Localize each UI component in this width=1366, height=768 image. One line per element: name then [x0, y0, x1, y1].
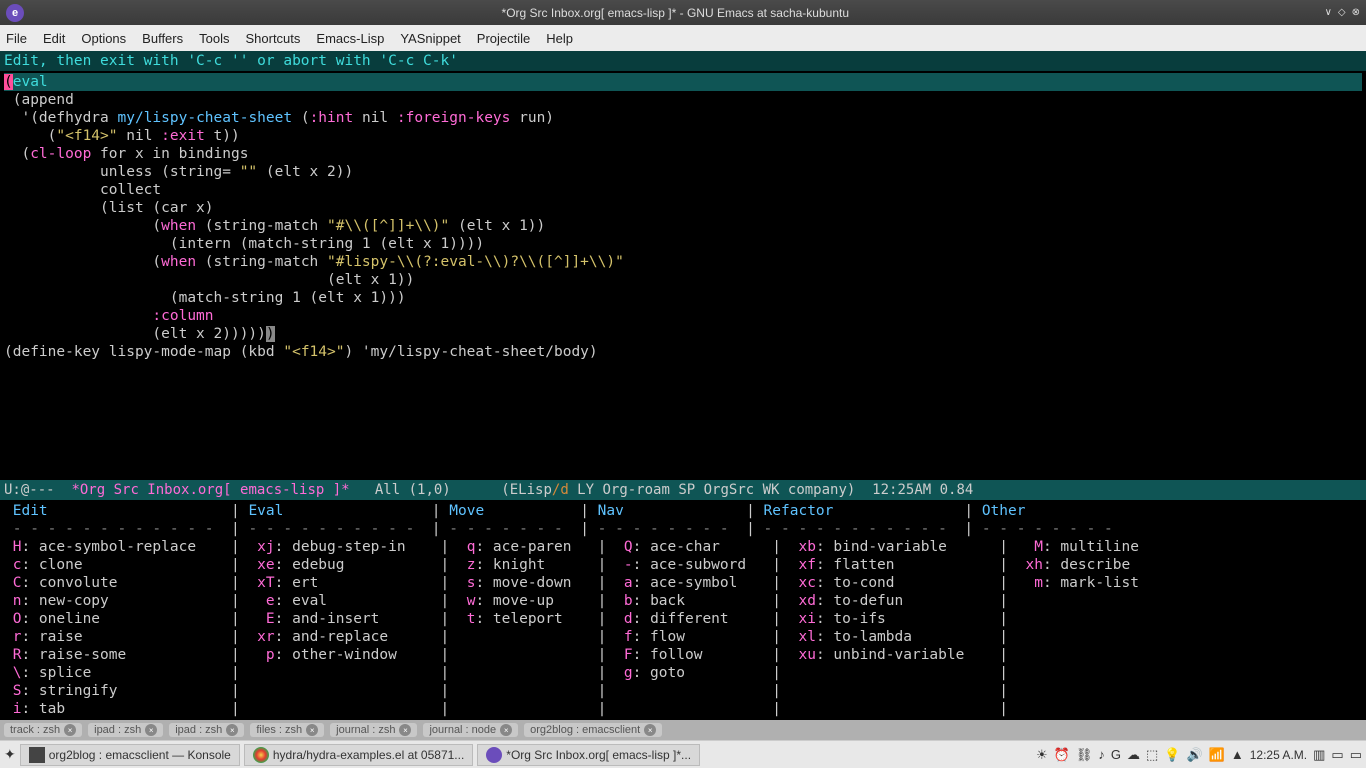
start-menu[interactable]: ✦ [4, 746, 16, 763]
tab[interactable]: files : zsh× [250, 723, 324, 737]
menu-emacs-lisp[interactable]: Emacs-Lisp [316, 31, 384, 46]
menu-buffers[interactable]: Buffers [142, 31, 183, 46]
tab[interactable]: ipad : zsh× [88, 723, 163, 737]
menu-shortcuts[interactable]: Shortcuts [245, 31, 300, 46]
tray-icon[interactable]: ⛓ [1076, 747, 1093, 763]
clock[interactable]: 12:25 A.M. [1250, 748, 1307, 762]
close-icon[interactable]: × [500, 724, 512, 736]
volume-icon[interactable]: 🔊 [1186, 747, 1202, 763]
tab[interactable]: ipad : zsh× [169, 723, 244, 737]
close-icon[interactable]: × [226, 724, 238, 736]
tray-icon[interactable]: ☁ [1127, 747, 1140, 763]
menu-file[interactable]: File [6, 31, 27, 46]
editor-buffer[interactable]: (eval (append '(defhydra my/lispy-cheat-… [0, 71, 1366, 480]
taskbar: ✦ org2blog : emacsclient — Konsole hydra… [0, 740, 1366, 768]
edit-hint: Edit, then exit with 'C-c '' or abort wi… [0, 51, 1366, 71]
maximize-button[interactable]: ◇ [1338, 7, 1346, 18]
close-icon[interactable]: × [145, 724, 157, 736]
menu-yasnippet[interactable]: YASnippet [400, 31, 460, 46]
tray-icon[interactable]: G [1111, 747, 1121, 762]
tab[interactable]: journal : node× [423, 723, 518, 737]
system-tray: ☀ ⏰ ⛓ ♪ G ☁ ⬚ 💡 🔊 📶 ▲ 12:25 A.M. ▥ ▭ ▭ [1036, 747, 1362, 763]
menu-bar: File Edit Options Buffers Tools Shortcut… [0, 25, 1366, 51]
tab[interactable]: journal : zsh× [330, 723, 417, 737]
chrome-icon [253, 747, 269, 763]
menu-options[interactable]: Options [81, 31, 126, 46]
task-button[interactable]: org2blog : emacsclient — Konsole [20, 744, 240, 766]
tray-icon[interactable]: ☀ [1036, 747, 1048, 763]
task-button[interactable]: *Org Src Inbox.org[ emacs-lisp ]*... [477, 744, 700, 766]
emacs-icon [486, 747, 502, 763]
menu-tools[interactable]: Tools [199, 31, 229, 46]
terminal-icon [29, 747, 45, 763]
minimize-button[interactable]: ∨ [1325, 7, 1332, 18]
window-titlebar: e *Org Src Inbox.org[ emacs-lisp ]* - GN… [0, 0, 1366, 25]
tab[interactable]: track : zsh× [4, 723, 82, 737]
tray-icon[interactable]: 💡 [1164, 747, 1180, 763]
konsole-tabs: track : zsh× ipad : zsh× ipad : zsh× fil… [0, 720, 1366, 740]
menu-edit[interactable]: Edit [43, 31, 65, 46]
window-title: *Org Src Inbox.org[ emacs-lisp ]* - GNU … [32, 6, 1319, 20]
tray-icon[interactable]: ▭ [1331, 747, 1343, 763]
hydra-panel: Edit | Eval | Move | Nav | Refactor | Ot… [0, 500, 1366, 720]
close-icon[interactable]: × [644, 724, 656, 736]
tray-icon[interactable]: ▭ [1350, 747, 1362, 763]
menu-projectile[interactable]: Projectile [477, 31, 530, 46]
menu-help[interactable]: Help [546, 31, 573, 46]
chevron-up-icon[interactable]: ▲ [1231, 747, 1244, 762]
mode-line: U:@--- *Org Src Inbox.org[ emacs-lisp ]*… [0, 480, 1366, 500]
close-button[interactable]: ⊗ [1352, 7, 1360, 18]
tray-icon[interactable]: ⏰ [1054, 747, 1070, 763]
tray-icon[interactable]: ⬚ [1146, 747, 1158, 763]
app-icon: e [6, 4, 24, 22]
tab[interactable]: org2blog : emacsclient× [524, 723, 662, 737]
tray-icon[interactable]: ♪ [1098, 747, 1105, 762]
close-icon[interactable]: × [64, 724, 76, 736]
close-icon[interactable]: × [306, 724, 318, 736]
close-icon[interactable]: × [399, 724, 411, 736]
wifi-icon[interactable]: 📶 [1209, 747, 1225, 763]
tray-icon[interactable]: ▥ [1313, 747, 1325, 763]
task-button[interactable]: hydra/hydra-examples.el at 05871... [244, 744, 473, 766]
